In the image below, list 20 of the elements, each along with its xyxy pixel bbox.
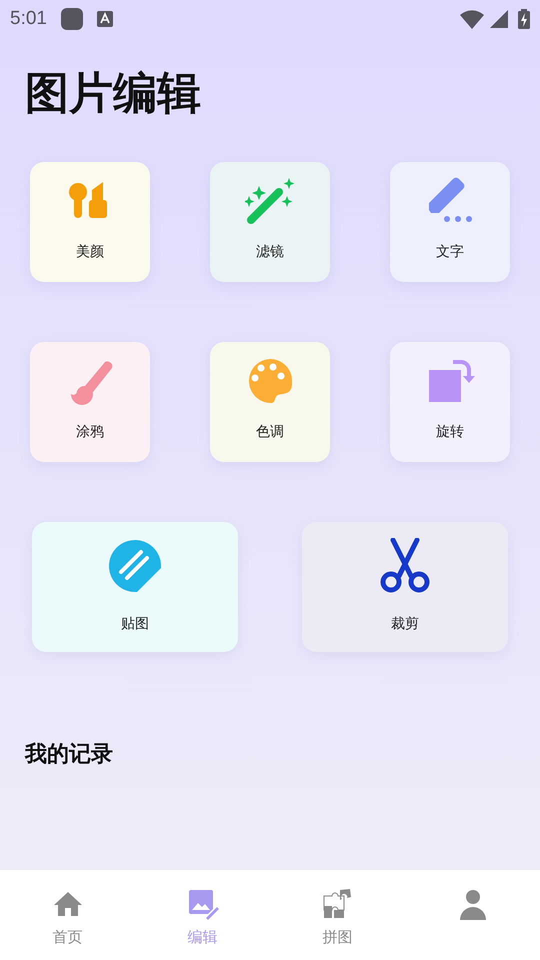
tool-card[interactable]: 裁剪	[302, 522, 508, 652]
battery-icon	[518, 9, 530, 29]
tool-card[interactable]: 文字	[390, 162, 510, 282]
tool-card[interactable]: 贴图	[32, 522, 238, 652]
tool-card[interactable]: 美颜	[30, 162, 150, 282]
section-heading: 我的记录	[25, 741, 113, 769]
page-title: 图片编辑	[25, 72, 201, 116]
signal-icon	[490, 10, 508, 28]
tool-card[interactable]: 滤镜	[210, 162, 330, 282]
tool-card[interactable]: 旋转	[390, 342, 510, 462]
tool-card[interactable]: 色调	[210, 342, 330, 462]
sticker-icon	[107, 538, 163, 594]
tool-card[interactable]: 涂鸦	[30, 342, 150, 462]
app-notification-icon	[60, 8, 83, 30]
puzzle-icon	[322, 888, 354, 920]
magic-wand-icon	[245, 176, 295, 226]
image-edit-icon	[186, 888, 218, 920]
status-time: 5:01	[10, 6, 47, 31]
wifi-icon	[460, 9, 484, 29]
keyboard-notification-icon	[96, 11, 113, 27]
